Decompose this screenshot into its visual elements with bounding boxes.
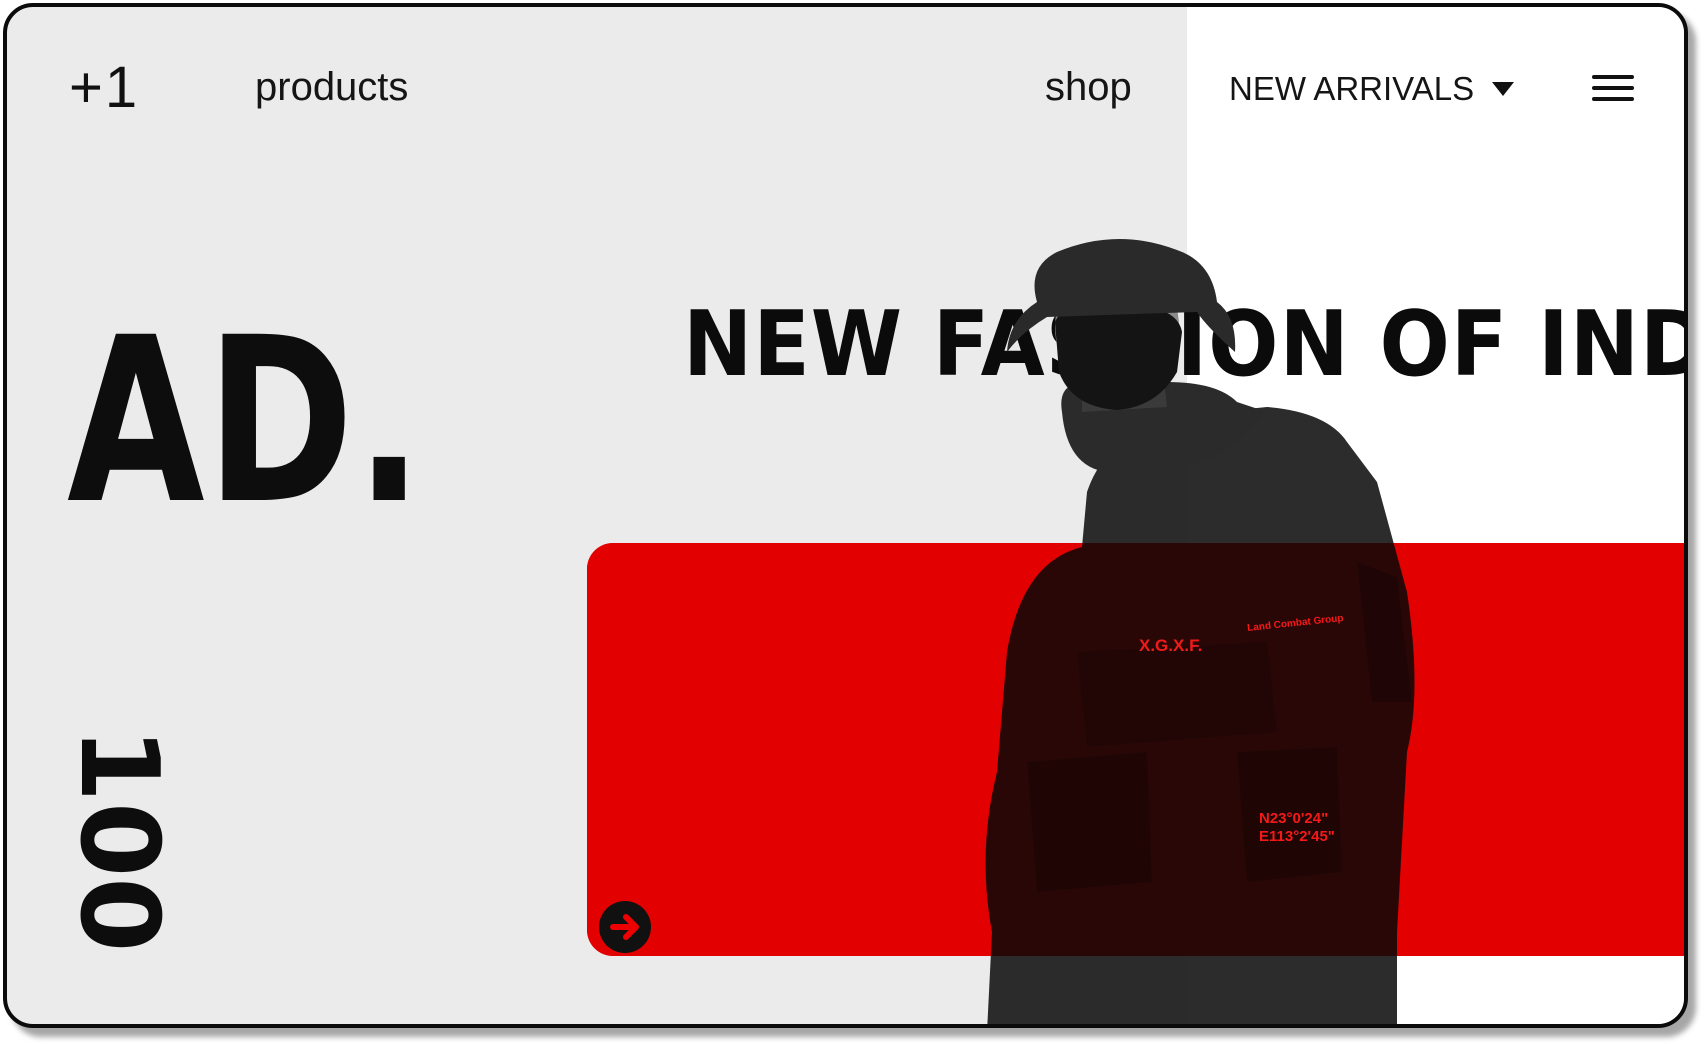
arrow-right-circle-icon[interactable] (599, 901, 651, 953)
jacket-brand-print: X.G.X.F. (1139, 636, 1203, 655)
nav-products-link[interactable]: products (255, 65, 408, 109)
menu-bar (1592, 97, 1634, 101)
new-arrivals-label: NEW ARRIVALS (1229, 70, 1475, 107)
arrow-right-icon (610, 914, 639, 940)
hero-big-text: AD. (67, 288, 425, 554)
vertical-number: 100 (56, 727, 181, 953)
menu-bar (1592, 75, 1634, 79)
new-arrivals-dropdown[interactable]: NEW ARRIVALS (1229, 69, 1515, 109)
hero-frame: +1 products shop NEW ARRIVALS AD. 100 NE… (3, 3, 1688, 1028)
nav-shop-link[interactable]: shop (1045, 65, 1132, 109)
model-photo: X.G.X.F. Land Combat Group N23°0'24" E11… (967, 232, 1527, 1024)
hamburger-menu-icon[interactable] (1592, 73, 1634, 103)
brand-logo[interactable]: +1 (69, 59, 139, 117)
jacket-coord-line-1: N23°0'24" (1259, 810, 1329, 827)
menu-bar (1592, 86, 1634, 90)
caret-down-icon (1492, 82, 1515, 96)
jacket-coord-line-2: E113°2'45" (1259, 828, 1335, 845)
